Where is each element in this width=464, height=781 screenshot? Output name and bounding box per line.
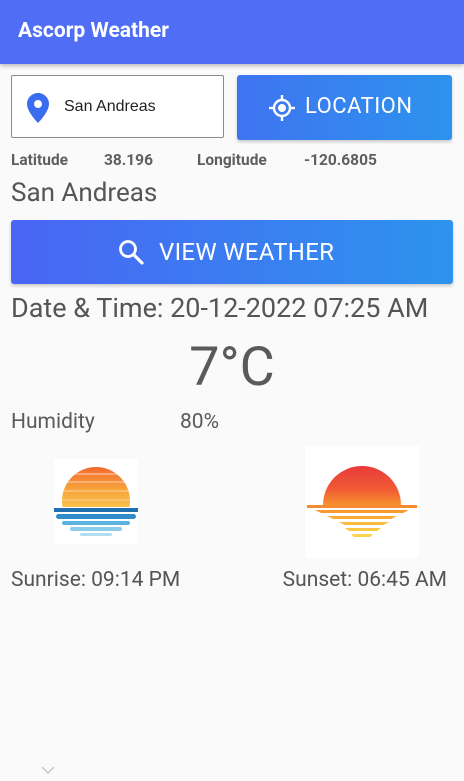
latitude-label: Latitude bbox=[11, 151, 69, 169]
sunset-image bbox=[305, 446, 419, 558]
humidity-label: Humidity bbox=[11, 410, 95, 434]
date-time-text: Date & Time: 20-12-2022 07:25 AM bbox=[11, 292, 429, 324]
location-pin-icon bbox=[27, 93, 49, 123]
latitude-value: 38.196 bbox=[104, 151, 153, 169]
location-button-label: LOCATION bbox=[305, 94, 413, 119]
temperature-value: 7°C bbox=[189, 336, 275, 399]
sunrise-time: Sunrise: 09:14 PM bbox=[11, 568, 181, 592]
city-name: San Andreas bbox=[11, 178, 158, 208]
chevron-down-icon bbox=[41, 766, 55, 774]
view-weather-button[interactable]: VIEW WEATHER bbox=[11, 220, 453, 284]
app-bar: Ascorp Weather bbox=[0, 0, 464, 64]
longitude-label: Longitude bbox=[197, 151, 267, 169]
location-search-input[interactable] bbox=[64, 92, 214, 122]
sunrise-image bbox=[54, 459, 138, 544]
search-icon bbox=[119, 240, 144, 265]
view-weather-label: VIEW WEATHER bbox=[159, 238, 335, 266]
location-button[interactable]: LOCATION bbox=[237, 75, 452, 140]
gps-target-icon bbox=[269, 95, 295, 121]
humidity-value: 80% bbox=[180, 410, 219, 434]
sunset-time: Sunset: 06:45 AM bbox=[282, 568, 447, 592]
longitude-value: -120.6805 bbox=[304, 151, 377, 169]
location-search-box[interactable] bbox=[11, 75, 224, 138]
app-title: Ascorp Weather bbox=[18, 19, 169, 43]
